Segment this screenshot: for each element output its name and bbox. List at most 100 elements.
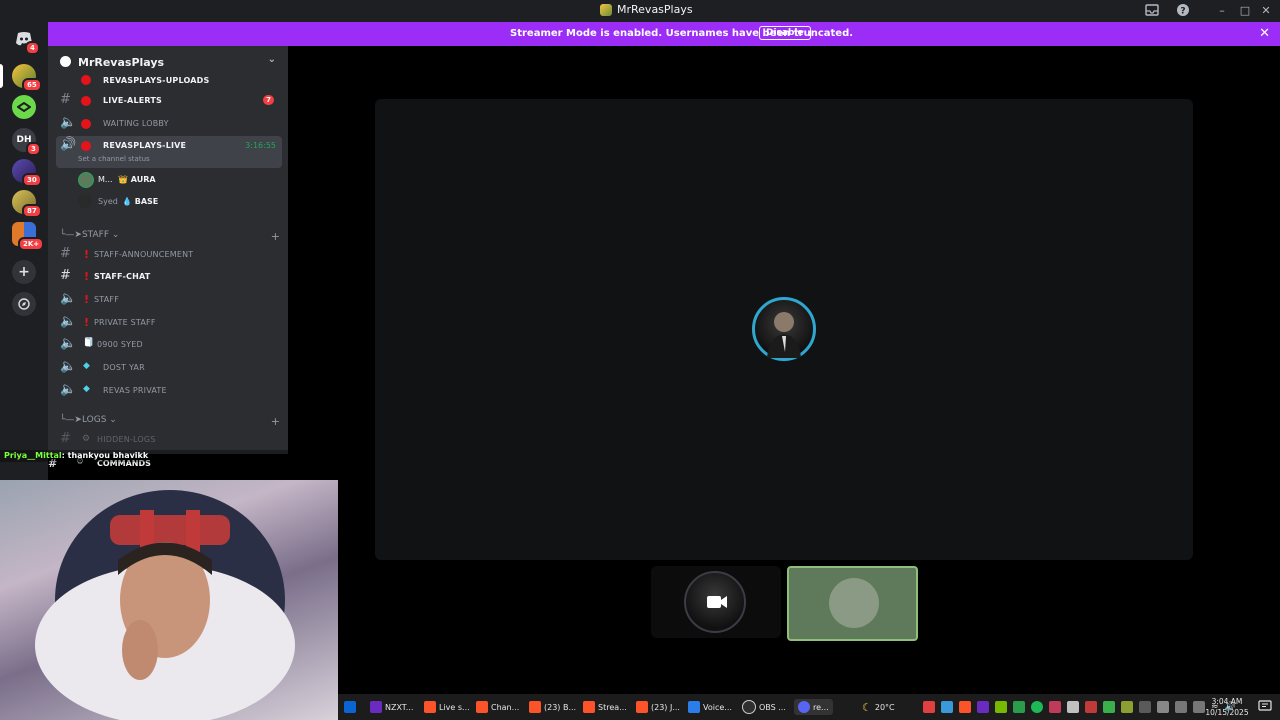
text-channel-icon: #	[60, 92, 71, 107]
taskbar-app-brave-4[interactable]: Strea...	[583, 699, 627, 715]
participant-tile[interactable]	[651, 566, 781, 638]
server-icon-gold[interactable]: 87	[12, 190, 42, 218]
notification-icon[interactable]	[1258, 700, 1272, 712]
category-name: STAFF	[81, 230, 109, 240]
category-label: └—➤LOGS ⌄	[60, 415, 117, 425]
discover-compass-icon[interactable]	[12, 292, 36, 316]
channel-label: LIVE-ALERTS	[103, 96, 163, 105]
server-icon-purple[interactable]: 30	[12, 159, 42, 187]
speaker-icon: 🔈	[60, 291, 77, 306]
outlook-icon[interactable]	[344, 699, 356, 715]
gem-icon: ◆	[83, 361, 90, 371]
channel-staff-chat[interactable]: # ! STAFF-CHAT	[56, 267, 282, 287]
voice-user[interactable]: M... 👑 AURA	[56, 170, 282, 190]
taskbar-app-label: (23) J...	[651, 702, 680, 712]
channel-dost-yar[interactable]: 🔈 ◆ DOST YAR	[56, 358, 282, 378]
tray-icon	[1013, 701, 1025, 713]
category-staff[interactable]: └—➤STAFF ⌄ +	[60, 230, 280, 243]
server-folder-icon[interactable]: 2K+	[12, 222, 45, 251]
disable-streamer-mode-button[interactable]: Disable	[759, 26, 811, 40]
server-badge: 2K+	[18, 237, 45, 251]
guild-name: MrRevasPlays	[78, 56, 165, 69]
category-label: └—➤STAFF ⌄	[60, 230, 120, 240]
weather-temp: 20°C	[874, 702, 895, 712]
channel-0900-syed[interactable]: 🔈 🧻 0900 SYED	[56, 335, 282, 355]
channel-live-alerts[interactable]: # LIVE-ALERTS 7	[56, 91, 282, 111]
taskbar-app-brave-5[interactable]: (23) J...	[636, 699, 680, 715]
tray-icon	[1031, 701, 1043, 713]
channel-revasplays-live[interactable]: 🔊 REVASPLAYS-LIVE 3:16:55 Set a channel …	[56, 136, 282, 168]
help-icon[interactable]: ?	[1175, 3, 1191, 19]
clock[interactable]: 3:04 AM 10/15/2025	[1204, 696, 1250, 718]
weather-widget[interactable]: ☾ 20°C	[862, 699, 895, 715]
channel-staff-voice[interactable]: 🔈 ! STAFF	[56, 290, 282, 310]
taskbar-app-label: re...	[813, 702, 829, 712]
taskbar-app-obs[interactable]: OBS ...	[742, 699, 786, 715]
server-badge: 65	[22, 78, 42, 92]
taskbar-app-label: Live s...	[439, 702, 470, 712]
video-stage[interactable]	[375, 99, 1193, 560]
voice-user[interactable]: Syed 💧 BASE	[56, 192, 282, 212]
active-server-pill	[0, 64, 3, 88]
speaker-avatar[interactable]	[752, 297, 816, 361]
channel-revasplays-uploads[interactable]: REVASPLAYS-UPLOADS	[56, 70, 282, 90]
server-logo-icon	[600, 3, 612, 16]
server-icon-dh[interactable]: DH 3	[12, 128, 41, 156]
tray-icon	[977, 701, 989, 713]
channel-waiting-lobby[interactable]: 🔈 WAITING LOBBY	[56, 114, 282, 134]
tray-icon	[959, 701, 971, 713]
role-label: AURA	[130, 175, 156, 184]
channel-private-staff[interactable]: 🔈 ! PRIVATE STAFF	[56, 313, 282, 333]
channel-label: REVASPLAYS-LIVE	[103, 141, 187, 150]
minimize-button[interactable]: –	[1214, 3, 1230, 19]
red-circle-icon	[81, 96, 91, 106]
system-tray[interactable]: ≈ 🔊	[923, 699, 1236, 715]
red-circle-icon	[81, 141, 91, 151]
discord-home-icon[interactable]: 4	[12, 27, 40, 55]
role-tag: 👑 AURA	[118, 175, 156, 184]
banner-close-icon[interactable]: ✕	[1259, 26, 1270, 41]
chat-username: Priya__Mittal	[4, 451, 62, 460]
tray-icon	[995, 701, 1007, 713]
taskbar-app-brave-3[interactable]: (23) B...	[529, 699, 576, 715]
category-name: LOGS	[81, 415, 107, 425]
taskbar-app-label: NZXT...	[385, 702, 414, 712]
channel-hidden-logs[interactable]: # ⚙ HIDDEN-LOGS	[56, 430, 282, 450]
taskbar-app-label: Voice...	[703, 702, 732, 712]
taskbar-app-brave-1[interactable]: Live s...	[424, 699, 470, 715]
gem-icon: ◆	[83, 384, 90, 394]
maximize-button[interactable]: □	[1237, 3, 1253, 19]
text-channel-icon: #	[60, 431, 71, 446]
add-channel-icon[interactable]: +	[271, 230, 280, 243]
text-channel-icon: #	[60, 268, 71, 283]
server-badge: 3	[26, 142, 41, 156]
exclamation-icon: !	[84, 316, 90, 329]
channel-label: DOST YAR	[103, 363, 145, 372]
clock-time: 3:04 AM	[1211, 697, 1243, 706]
category-logs[interactable]: └—➤LOGS ⌄ +	[60, 415, 280, 428]
taskbar-app-nzxt[interactable]: NZXT...	[370, 699, 413, 715]
stream-chat-overlay: Priya__Mittal: thankyou bhavikk	[0, 450, 290, 462]
channel-revas-private[interactable]: 🔈 ◆ REVAS PRIVATE	[56, 381, 282, 401]
add-server-icon[interactable]: +	[12, 260, 36, 284]
windows-taskbar: NZXT... Live s... Chan... (23) B... Stre…	[338, 694, 1280, 720]
channel-sidebar: MrRevasPlays ⌄ REVASPLAYS-UPLOADS # LIVE…	[48, 46, 288, 454]
server-badge: 30	[22, 173, 42, 187]
participant-tile-selected[interactable]	[787, 566, 918, 641]
channel-status-prompt[interactable]: Set a channel status	[78, 155, 150, 163]
unread-badge: 7	[263, 95, 274, 105]
participant-avatar	[829, 578, 879, 628]
window-close-button[interactable]: ✕	[1258, 3, 1274, 19]
server-icon-mrrevasplays[interactable]: 65	[12, 64, 42, 92]
taskbar-app-brave-2[interactable]: Chan...	[476, 699, 519, 715]
add-channel-icon[interactable]: +	[271, 415, 280, 428]
server-icon-green[interactable]	[12, 95, 36, 119]
svg-text:?: ?	[1180, 7, 1185, 17]
taskbar-app-discord[interactable]: re...	[794, 699, 833, 715]
speaker-icon: 🔈	[60, 359, 77, 374]
tray-icon	[1085, 701, 1097, 713]
taskbar-app-voicemod[interactable]: Voice...	[688, 699, 732, 715]
channel-staff-announcement[interactable]: # ! STAFF-ANNOUNCEMENT	[56, 245, 282, 265]
inbox-icon[interactable]	[1144, 3, 1160, 19]
tray-icon	[923, 701, 935, 713]
